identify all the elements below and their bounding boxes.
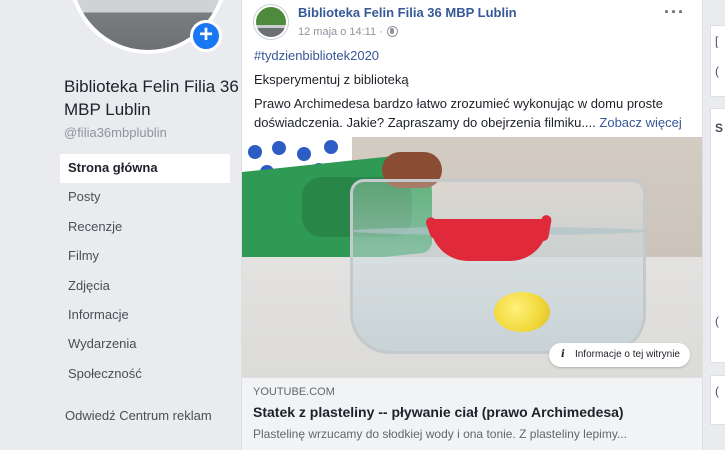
more-options-icon[interactable]: ··· <box>664 2 685 23</box>
page-title: Biblioteka Felin Filia 36 MBP Lublin <box>64 77 239 119</box>
globe-icon <box>386 26 398 37</box>
right-card: ( <box>710 375 725 425</box>
link-title[interactable]: Statek z plasteliny -- pływanie ciał (pr… <box>253 404 691 420</box>
right-card: [( <box>710 25 725 97</box>
link-source: YOUTUBE.COM <box>253 386 335 398</box>
see-more-link[interactable]: Zobacz więcej <box>599 115 681 130</box>
nav-item-reviews[interactable]: Recenzje <box>60 213 230 242</box>
post-timestamp[interactable]: 12 maja o 14:11 · <box>298 26 398 38</box>
page-sidebar: + Biblioteka Felin Filia 36 MBP Lublin @… <box>0 0 242 450</box>
right-card: S( <box>710 108 725 363</box>
page-nav: Strona główna Posty Recenzje Filmy Zdjęc… <box>60 154 230 389</box>
nav-item-community[interactable]: Społeczność <box>60 360 230 389</box>
plasticine-ball <box>494 292 550 332</box>
nav-item-home[interactable]: Strona główna <box>60 154 230 184</box>
post-line: Eksperymentuj z biblioteką <box>254 72 409 87</box>
nav-item-photos[interactable]: Zdjęcia <box>60 272 230 301</box>
video-thumbnail[interactable]: i Informacje o tej witrynie <box>242 137 702 377</box>
post-author-avatar[interactable] <box>253 4 289 40</box>
hashtag-link[interactable]: #tydzienbibliotek2020 <box>254 46 694 65</box>
link-preview[interactable]: YOUTUBE.COM Statek z plasteliny -- pływa… <box>242 377 702 450</box>
page-handle[interactable]: @filia36mbplublin <box>64 125 167 140</box>
right-column: [( S( ( <box>710 0 725 450</box>
site-info-label: Informacje o tej witrynie <box>574 349 680 360</box>
plus-icon: + <box>198 21 213 48</box>
info-icon: i <box>561 349 565 360</box>
glass-bowl <box>350 179 646 354</box>
add-photo-button[interactable]: + <box>190 20 222 52</box>
nav-item-posts[interactable]: Posty <box>60 183 230 212</box>
post-time-text[interactable]: 12 maja o 14:11 · <box>298 26 383 38</box>
post-author[interactable]: Biblioteka Felin Filia 36 MBP Lublin <box>298 5 517 20</box>
plasticine-boat <box>430 219 548 261</box>
nav-item-videos[interactable]: Filmy <box>60 242 230 271</box>
link-description: Plastelinę wrzucamy do słodkiej wody i o… <box>253 427 627 441</box>
post-card: Biblioteka Felin Filia 36 MBP Lublin 12 … <box>241 0 703 450</box>
ad-center-link[interactable]: Odwiedź Centrum reklam <box>65 408 212 423</box>
post-header: Biblioteka Felin Filia 36 MBP Lublin 12 … <box>253 2 693 42</box>
site-info-button[interactable]: i Informacje o tej witrynie <box>548 343 690 367</box>
nav-item-about[interactable]: Informacje <box>60 301 230 330</box>
nav-item-events[interactable]: Wydarzenia <box>60 330 230 359</box>
post-text: #tydzienbibliotek2020 Eksperymentuj z bi… <box>254 46 694 132</box>
